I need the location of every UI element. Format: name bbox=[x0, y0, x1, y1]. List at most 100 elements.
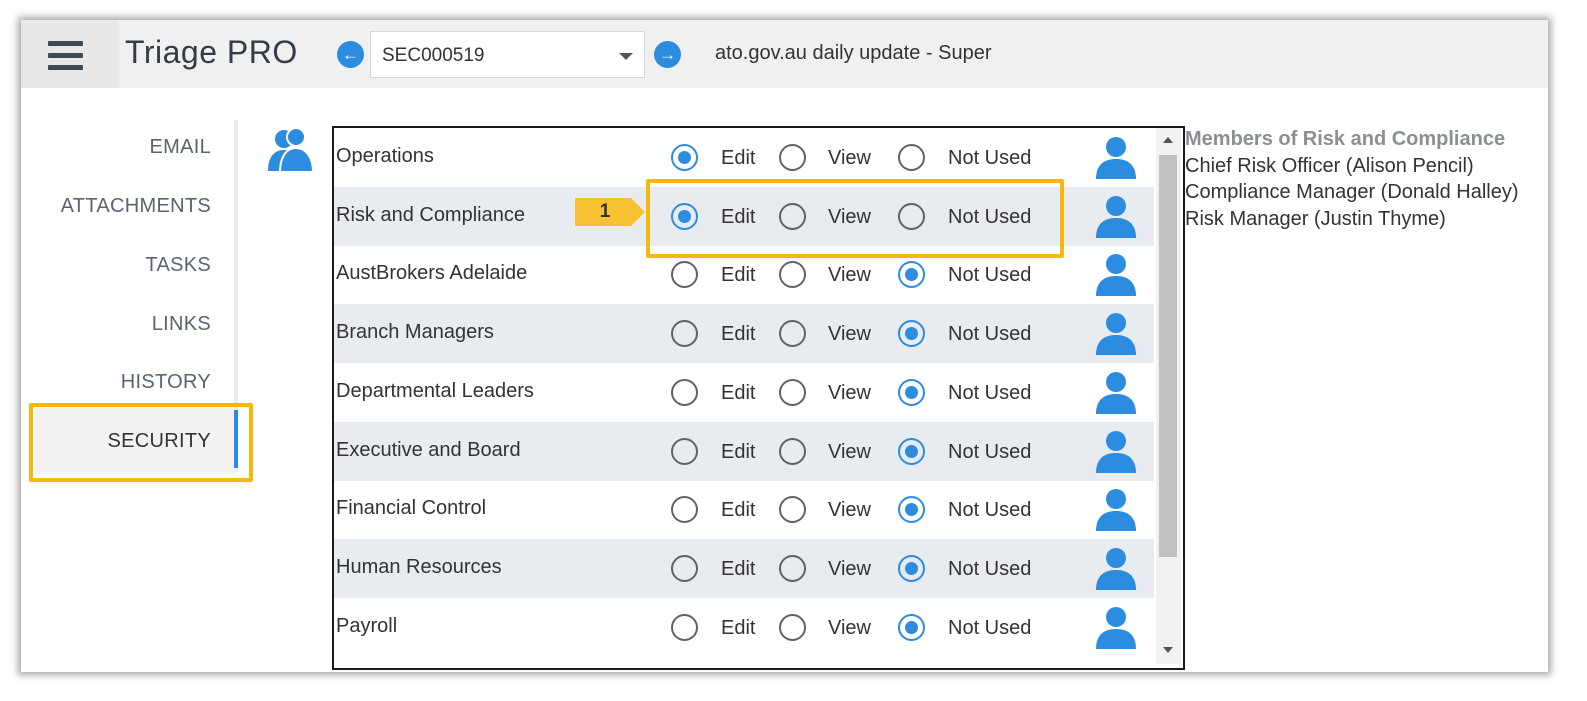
record-subject: ato.gov.au daily update - Super bbox=[715, 42, 992, 64]
radio-edit[interactable] bbox=[671, 613, 698, 641]
radio-label[interactable]: Not Used bbox=[948, 382, 1031, 405]
app-title: Triage PRO bbox=[125, 34, 298, 70]
radio-edit[interactable] bbox=[671, 496, 698, 524]
person-icon[interactable] bbox=[1094, 605, 1138, 649]
radio-edit[interactable] bbox=[671, 554, 698, 582]
hamburger-icon bbox=[48, 41, 83, 77]
radio-label[interactable]: View bbox=[828, 323, 871, 346]
radio-edit[interactable] bbox=[671, 378, 698, 406]
radio-edit[interactable] bbox=[671, 261, 698, 289]
arrow-left-icon: ← bbox=[342, 45, 359, 64]
radio-label[interactable]: View bbox=[828, 441, 871, 464]
radio-label[interactable]: Not Used bbox=[948, 499, 1031, 522]
menu-button[interactable] bbox=[21, 20, 119, 88]
record-select-value: SEC000519 bbox=[382, 45, 485, 66]
table-scrollbar[interactable] bbox=[1156, 128, 1181, 664]
person-icon[interactable] bbox=[1094, 135, 1138, 179]
group-name: AustBrokers Adelaide bbox=[336, 262, 528, 285]
chevron-down-icon[interactable] bbox=[619, 53, 633, 60]
previous-record-button[interactable]: ← bbox=[337, 41, 364, 68]
person-icon[interactable] bbox=[1094, 252, 1138, 297]
radio-label[interactable]: Edit bbox=[721, 617, 755, 640]
step-callout: 1 bbox=[575, 198, 645, 226]
radio-label[interactable]: Edit bbox=[721, 441, 755, 464]
person-icon[interactable] bbox=[1094, 311, 1138, 356]
person-icon[interactable] bbox=[1094, 546, 1138, 590]
radio-view[interactable] bbox=[779, 261, 806, 289]
radio-label[interactable]: Edit bbox=[721, 499, 755, 522]
member-item: Chief Risk Officer (Alison Pencil) bbox=[1185, 154, 1474, 177]
scroll-down-icon[interactable] bbox=[1163, 647, 1173, 653]
member-item: Risk Manager (Justin Thyme) bbox=[1185, 207, 1446, 230]
radio-label[interactable]: Edit bbox=[721, 264, 755, 287]
radio-view[interactable] bbox=[779, 144, 806, 171]
table-row: Payroll Edit View Not Used bbox=[334, 598, 1154, 657]
record-select[interactable]: SEC000519 bbox=[370, 31, 645, 78]
radio-view[interactable] bbox=[779, 554, 806, 582]
person-icon[interactable] bbox=[1094, 370, 1138, 414]
radio-not-used[interactable] bbox=[898, 378, 925, 406]
risk-row-highlight-frame bbox=[646, 179, 1064, 258]
members-panel: Members of Risk and Compliance Chief Ris… bbox=[1185, 126, 1519, 232]
security-highlight-frame bbox=[29, 403, 253, 482]
group-name: Payroll bbox=[336, 614, 398, 637]
radio-label[interactable]: View bbox=[828, 617, 871, 640]
radio-view[interactable] bbox=[779, 378, 806, 406]
group-name: Financial Control bbox=[336, 497, 487, 520]
radio-label[interactable]: Not Used bbox=[948, 558, 1031, 581]
radio-label[interactable]: Edit bbox=[721, 147, 755, 170]
sidebar-item-history[interactable]: HISTORY bbox=[31, 371, 211, 394]
radio-not-used[interactable] bbox=[898, 261, 925, 289]
scroll-thumb[interactable] bbox=[1159, 155, 1177, 557]
group-name: Departmental Leaders bbox=[336, 379, 534, 402]
radio-view[interactable] bbox=[779, 320, 806, 348]
radio-edit[interactable] bbox=[671, 320, 698, 348]
radio-label[interactable]: View bbox=[828, 499, 871, 522]
radio-view[interactable] bbox=[779, 613, 806, 641]
person-icon[interactable] bbox=[1094, 487, 1138, 532]
radio-edit[interactable] bbox=[671, 437, 698, 465]
radio-not-used[interactable] bbox=[898, 613, 925, 641]
table-row: Departmental Leaders Edit View Not Used bbox=[334, 363, 1154, 422]
group-users-icon bbox=[268, 127, 315, 173]
person-icon[interactable] bbox=[1094, 194, 1138, 238]
radio-label[interactable]: Not Used bbox=[948, 441, 1031, 464]
radio-not-used[interactable] bbox=[898, 554, 925, 582]
group-name: Risk and Compliance bbox=[336, 203, 525, 226]
radio-label[interactable]: View bbox=[828, 147, 871, 170]
group-name: Operations bbox=[336, 145, 434, 167]
table-row: Human Resources Edit View Not Used bbox=[334, 538, 1154, 598]
radio-label[interactable]: Edit bbox=[721, 323, 755, 346]
sidebar-item-links[interactable]: LINKS bbox=[31, 313, 211, 336]
radio-label[interactable]: View bbox=[828, 264, 871, 287]
radio-label[interactable]: Not Used bbox=[948, 617, 1031, 640]
members-title: Members of Risk and Compliance bbox=[1185, 128, 1506, 150]
radio-view[interactable] bbox=[779, 496, 806, 524]
person-icon[interactable] bbox=[1094, 429, 1138, 473]
table-row: Branch Managers Edit View Not Used bbox=[334, 304, 1154, 364]
radio-not-used[interactable] bbox=[898, 496, 925, 524]
arrow-right-icon: → bbox=[659, 45, 676, 64]
radio-label[interactable]: View bbox=[828, 558, 871, 581]
radio-edit[interactable] bbox=[671, 144, 698, 171]
radio-label[interactable]: Not Used bbox=[948, 264, 1031, 287]
radio-view[interactable] bbox=[779, 437, 806, 465]
step-callout-number: 1 bbox=[599, 201, 611, 222]
radio-not-used[interactable] bbox=[898, 320, 925, 348]
radio-label[interactable]: Edit bbox=[721, 558, 755, 581]
radio-label[interactable]: View bbox=[828, 382, 871, 405]
app-window: Triage PRO ← SEC000519 → ato.gov.au dail… bbox=[21, 20, 1548, 672]
radio-label[interactable]: Edit bbox=[721, 382, 755, 405]
group-name: Branch Managers bbox=[336, 321, 494, 344]
sidebar-item-tasks[interactable]: TASKS bbox=[31, 254, 211, 277]
radio-not-used[interactable] bbox=[898, 144, 925, 171]
radio-not-used[interactable] bbox=[898, 437, 925, 465]
radio-label[interactable]: Not Used bbox=[948, 323, 1031, 346]
sidebar-item-attachments[interactable]: ATTACHMENTS bbox=[31, 195, 211, 218]
table-row: Executive and Board Edit View Not Used bbox=[334, 421, 1154, 481]
table-row: Financial Control Edit View Not Used bbox=[334, 480, 1154, 539]
radio-label[interactable]: Not Used bbox=[948, 147, 1031, 170]
scroll-up-icon[interactable] bbox=[1163, 137, 1173, 143]
next-record-button[interactable]: → bbox=[654, 41, 681, 68]
sidebar-item-email[interactable]: EMAIL bbox=[31, 136, 211, 159]
